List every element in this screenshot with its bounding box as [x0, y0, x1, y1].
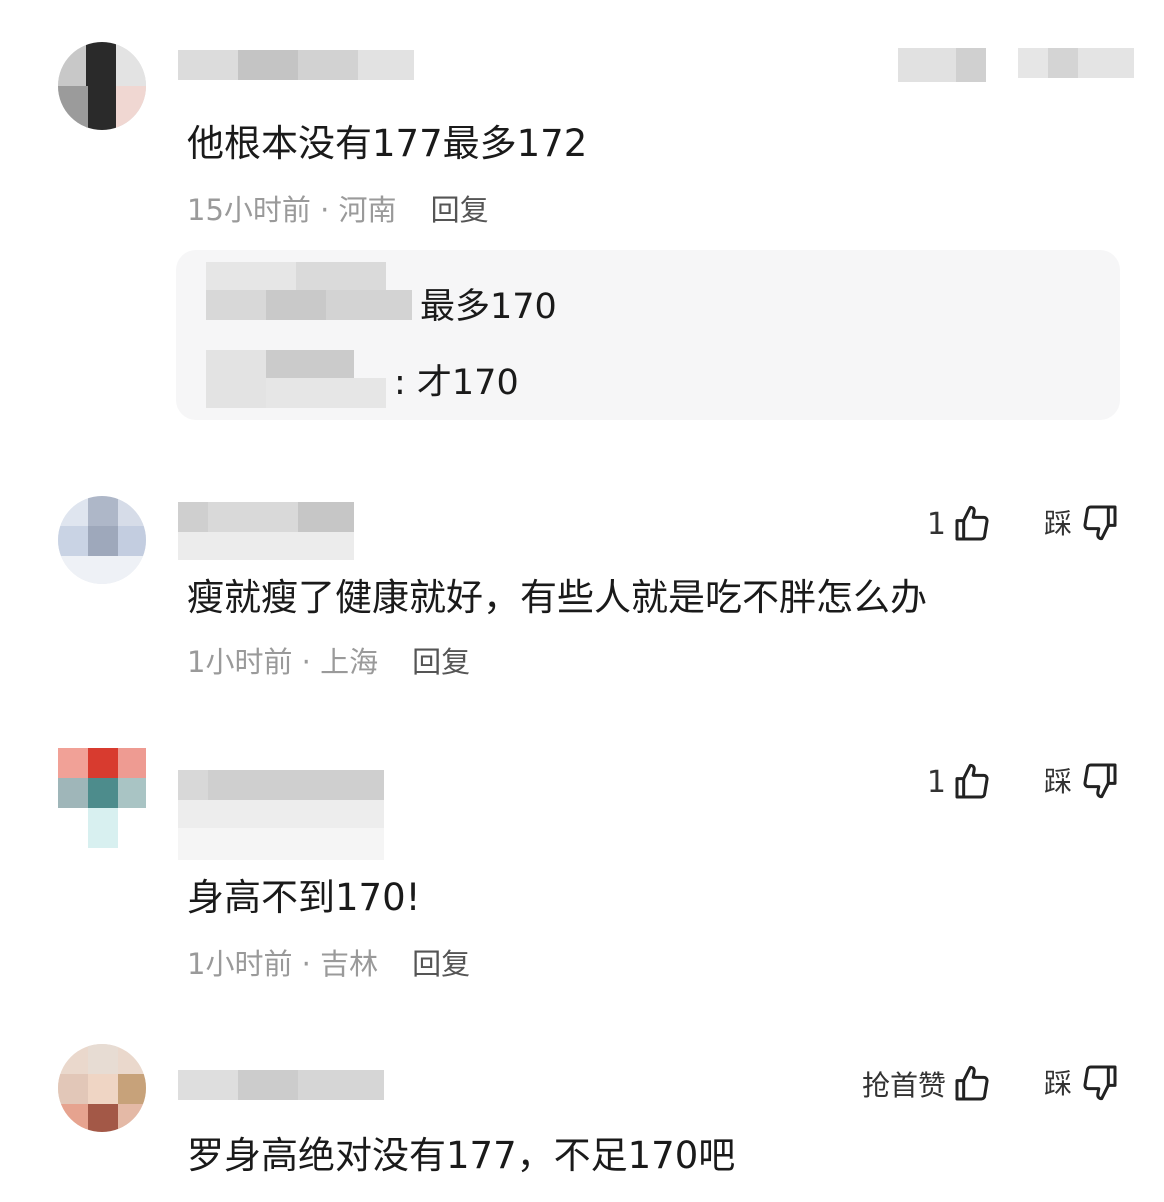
- comment-text: 他根本没有177最多172: [187, 122, 588, 165]
- avatar[interactable]: [58, 496, 146, 584]
- avatar[interactable]: [58, 1044, 146, 1132]
- comment-time-location: 1小时前 · 吉林: [187, 947, 379, 981]
- like-count: 1: [926, 764, 946, 800]
- username-blurred[interactable]: [178, 1070, 384, 1100]
- like-count: 1: [926, 506, 946, 542]
- comment-time-location: 15小时前 · 河南: [187, 193, 397, 227]
- avatar[interactable]: [58, 42, 146, 130]
- dislike-button[interactable]: 踩: [1044, 1060, 1120, 1104]
- comment-time-location: 1小时前 · 上海: [187, 645, 379, 679]
- comment-4: 抢首赞 踩 罗身高绝对没有177，不足170吧: [0, 1040, 1164, 1202]
- dislike-button[interactable]: 踩: [1044, 500, 1120, 544]
- thumbs-down-icon: [1080, 760, 1120, 800]
- dislike-button[interactable]: 踩: [1044, 758, 1120, 802]
- comment-1: 他根本没有177最多172 15小时前 · 河南 回复 最多170 : 才170: [0, 0, 1164, 420]
- thumbs-down-icon: [1080, 1062, 1120, 1102]
- comment-meta: 15小时前 · 河南 回复: [187, 190, 489, 230]
- thumbs-down-icon: [1080, 502, 1120, 542]
- thumbs-up-icon: [952, 1064, 992, 1104]
- like-button[interactable]: 1: [927, 760, 992, 804]
- reply-button[interactable]: 回复: [412, 947, 470, 981]
- username-blurred[interactable]: [178, 770, 384, 860]
- comment-meta: 1小时前 · 上海 回复: [187, 642, 470, 682]
- username-blurred[interactable]: [178, 50, 414, 80]
- reply-button[interactable]: 回复: [431, 193, 489, 227]
- thumbs-up-icon: [952, 762, 992, 802]
- reply-text: 最多170: [420, 287, 557, 327]
- avatar[interactable]: [58, 748, 146, 858]
- like-area-blurred: [898, 48, 986, 82]
- thumbs-up-icon: [952, 504, 992, 544]
- username-blurred[interactable]: [178, 502, 384, 560]
- comment-text: 瘦就瘦了健康就好，有些人就是吃不胖怎么办: [187, 576, 927, 619]
- comment-text: 身高不到170!: [187, 876, 421, 919]
- comment-meta: 1小时前 · 吉林 回复: [187, 944, 470, 984]
- reply-thread[interactable]: 最多170 : 才170: [176, 250, 1120, 420]
- like-label: 抢首赞: [861, 1069, 946, 1102]
- reply-button[interactable]: 回复: [412, 645, 470, 679]
- reply-username-blurred: [206, 350, 386, 408]
- dislike-label: 踩: [1043, 1067, 1072, 1100]
- comment-2: 1 踩 瘦就瘦了健康就好，有些人就是吃不胖怎么办 1小时前 · 上海 回复: [0, 490, 1164, 690]
- dislike-area-blurred: [1018, 48, 1134, 78]
- like-button[interactable]: 1: [927, 502, 992, 546]
- dislike-label: 踩: [1043, 765, 1072, 798]
- reply-text: : 才170: [394, 363, 519, 403]
- like-button[interactable]: 抢首赞: [862, 1062, 992, 1106]
- reply-username-blurred: [206, 262, 412, 320]
- dislike-label: 踩: [1043, 507, 1072, 540]
- comment-3: 1 踩 身高不到170! 1小时前 · 吉林 回复: [0, 740, 1164, 990]
- comment-text: 罗身高绝对没有177，不足170吧: [187, 1134, 736, 1177]
